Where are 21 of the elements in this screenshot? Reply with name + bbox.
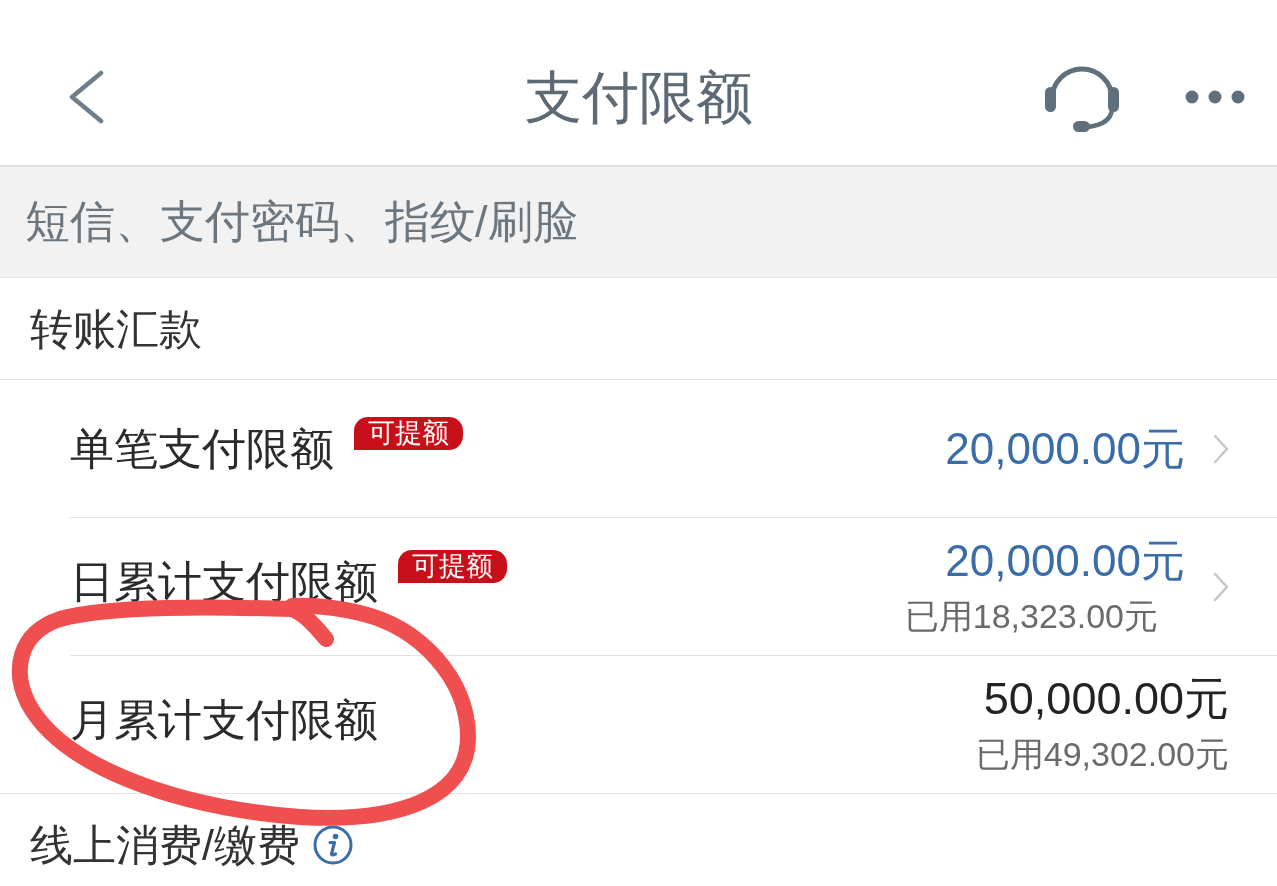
- more-icon: [1185, 89, 1245, 104]
- chevron-icon: [1213, 433, 1229, 464]
- limit-value: 20,000.00元: [945, 422, 1185, 475]
- section-title: 转账汇款: [30, 303, 202, 355]
- raise-limit-tag[interactable]: 可提额: [398, 550, 507, 583]
- used-amount: 已用18,323.00元: [904, 596, 1158, 637]
- page-title: 支付限额: [524, 63, 753, 130]
- verification-methods: 短信、支付密码、指纹/刷脸: [25, 195, 578, 249]
- chevron-icon: [1213, 571, 1229, 602]
- back-button[interactable]: [68, 69, 104, 124]
- more-button[interactable]: [1185, 89, 1245, 104]
- info-icon[interactable]: [312, 824, 353, 865]
- back-icon: [68, 69, 104, 124]
- limit-value: 20,000.00元: [945, 535, 1185, 587]
- limit-label: 月累计支付限额: [70, 694, 378, 746]
- used-amount: 已用49,302.00元: [975, 734, 1229, 775]
- limit-label: 日累计支付限额: [70, 556, 378, 608]
- limit-value: 50,000.00元: [983, 673, 1229, 725]
- limit-label: 单笔支付限额: [70, 423, 334, 475]
- section-title: 线上消费/缴费: [30, 819, 300, 871]
- raise-limit-tag[interactable]: 可提额: [354, 417, 463, 450]
